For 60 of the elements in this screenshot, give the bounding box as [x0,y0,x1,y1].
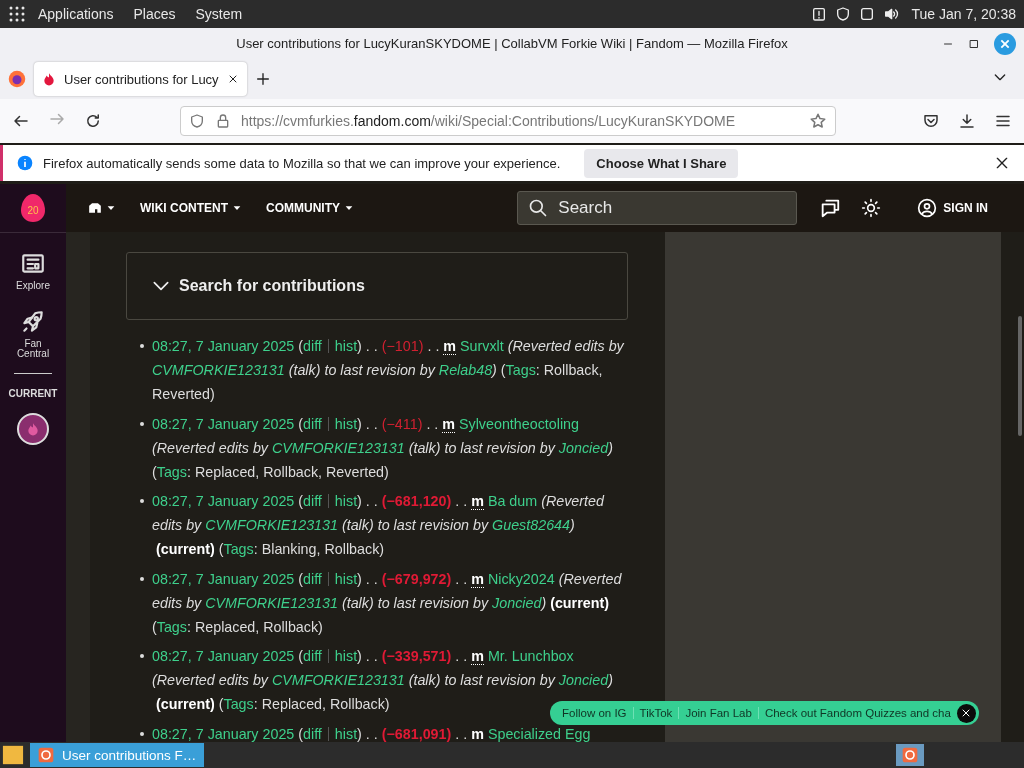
wiki-link[interactable]: diff [303,493,322,510]
wiki-link[interactable]: diff [303,570,322,587]
wiki-link[interactable]: Tags [505,362,536,378]
wiki-link[interactable]: diff [303,415,322,432]
wiki-link[interactable]: diff [303,648,322,665]
user-link[interactable]: CVMFORKIE123131 [205,517,338,534]
rail-label[interactable]: Explore [8,281,58,291]
wiki-link[interactable]: hist [334,648,358,665]
wiki-link[interactable]: 08:27, 7 January 2025 [152,493,295,510]
user-link[interactable]: Guest82644 [492,517,570,534]
nav-menu[interactable]: COMMUNITY [266,201,340,215]
panel-menu[interactable]: Places [125,6,184,22]
clock: Tue Jan 7, 20:38 [911,6,1016,22]
user-link[interactable]: CVMFORKIE123131 [272,672,405,689]
wiki-link[interactable]: Tags [156,463,187,480]
wiki-link[interactable]: hist [334,493,358,510]
address-bar[interactable]: https://cvmfurkies.fandom.com/wiki/Special:Contributions/LucyKuranSKYDOME [180,106,836,136]
search-contributions-panel[interactable]: Search for contributions [126,252,628,320]
contribution-entry: 08:27, 7 January 2025 (diff hist) . . (−411) . . m Sylveontheoctoling (Reverted edits by CVMFORKIE123131 (talk) to last revision by Joncied) (Tags: Replaced, Rollback, Reverted) [138,411,626,484]
user-link[interactable]: CVMFORKIE123131 [205,594,338,611]
wiki-link[interactable]: hist [334,725,358,742]
wiki-link[interactable]: hist [334,570,358,587]
notification-message: Firefox automatically sends some data to Mozilla so that we can improve your experience. [43,155,561,171]
window-title: User contributions for LucyKuranSKYDOME | CollabVM Forkie Wiki | Fandom — Mozilla Firefox [236,36,788,51]
wiki-link[interactable]: Specialized Egg [487,725,591,742]
promo-link[interactable]: Check out Fandom Quizzes and cha [757,707,957,719]
wiki-link[interactable]: Tags [156,618,187,635]
user-link[interactable]: CVMFORKIE123131 [152,362,285,378]
nav-menu[interactable]: WIKI CONTENT [140,201,228,215]
wiki-link[interactable]: Survxlt [460,338,504,354]
wiki-link[interactable]: Tags [223,541,254,558]
wiki-link[interactable]: hist [334,415,358,432]
contribution-entry: 08:27, 7 January 2025 (diff hist) . . (−679,972) . . m Nicky2024 (Reverted edits by CVMFORKIE123131 (talk) to last revision by Joncied) (current) (Tags: Replaced, Rollback) [138,566,626,639]
section-label: CURRENT [8,388,58,399]
wiki-link[interactable]: 08:27, 7 January 2025 [152,415,295,432]
wiki-link[interactable]: 08:27, 7 January 2025 [152,648,295,665]
wiki-link[interactable]: Ba dum [487,493,538,510]
contribution-entry: 08:27, 7 January 2025 (diff hist) . . (−681,120) . . m Ba dum (Reverted edits by CVMFORKIE123131 (talk) to last revision by Guest82644) (current) (Tags: Blanking, Rollback) [138,489,626,562]
sign-in-link[interactable]: SIGN IN [917,198,988,218]
wiki-link[interactable]: Sylveontheoctoling [459,415,580,432]
rail-label[interactable]: Fan Central [8,339,58,359]
wiki-link[interactable]: Nicky2024 [487,570,555,587]
search-field[interactable]: Search [517,191,798,225]
choose-share-button[interactable]: Choose What I Share [584,148,739,178]
promo-link[interactable]: Join Fan Lab [678,707,758,719]
wiki-link[interactable]: 08:27, 7 January 2025 [152,570,295,587]
user-link[interactable]: CVMFORKIE123131 [272,439,405,456]
wiki-link[interactable]: Tags [223,696,254,713]
wiki-link[interactable]: diff [303,338,322,354]
wiki-link[interactable]: diff [303,725,322,742]
wiki-link[interactable]: 08:27, 7 January 2025 [152,338,295,354]
wiki-link[interactable]: Mr. Lunchbox [487,648,574,665]
wiki-link[interactable]: 08:27, 7 January 2025 [152,725,295,742]
wiki-link[interactable]: hist [334,338,358,354]
browser-tab[interactable]: User contributions for Lucy [34,62,247,96]
promo-link[interactable]: Follow on IG [556,707,633,719]
panel-menu[interactable]: Applications [30,6,122,22]
panel-menu[interactable]: System [187,6,251,22]
contribution-entry: 08:27, 7 January 2025 (diff hist) . . (−101) . . m Survxlt (Reverted edits by CVMFORKIE123131 (talk) to last revision by Relab48) (Tags: Rollback, Reverted) [138,334,626,406]
promo-link[interactable]: TikTok [632,707,679,719]
